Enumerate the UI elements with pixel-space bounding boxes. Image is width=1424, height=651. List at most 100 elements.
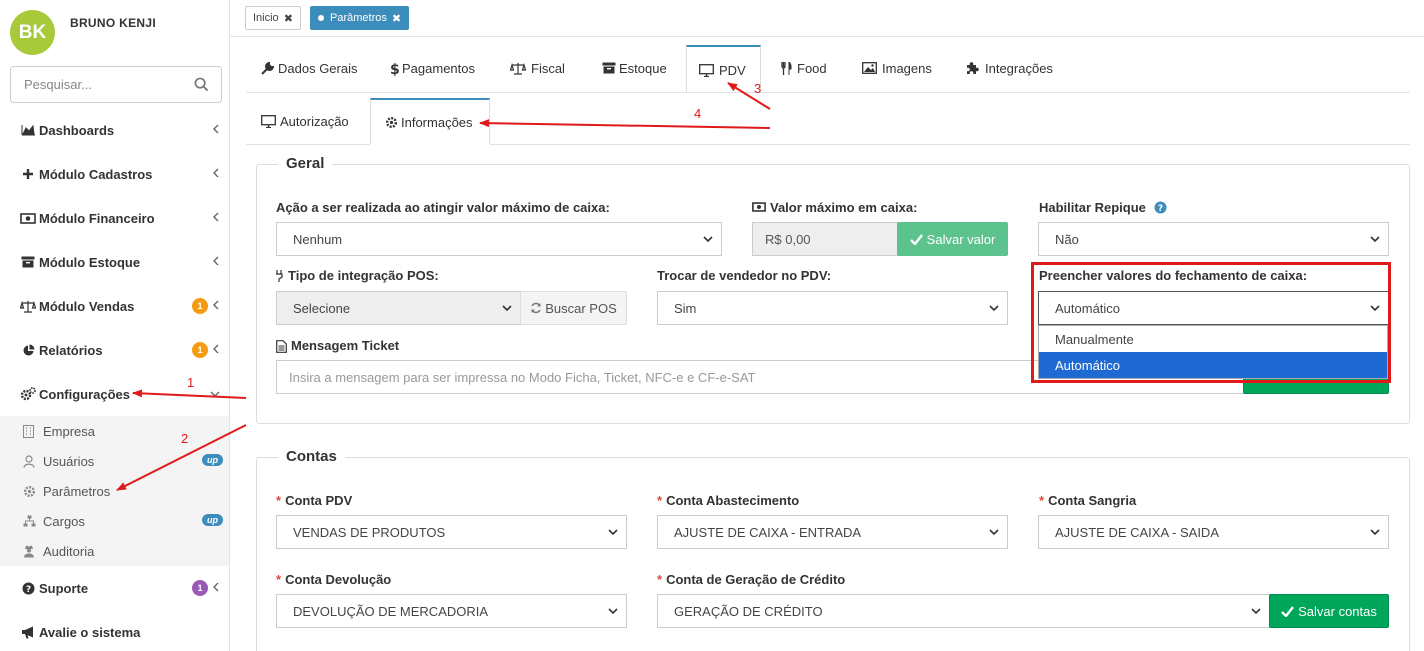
menu-item-avalie[interactable]: Avalie o sistema	[0, 610, 230, 651]
refresh-icon	[531, 302, 541, 314]
trocar-label: Trocar de vendedor no PDV:	[657, 268, 832, 283]
annotation-number-1: 1	[187, 375, 195, 390]
submenu-item-cargos[interactable]: Cargos up	[0, 506, 229, 536]
search-input[interactable]	[11, 67, 181, 102]
subtab-informacoes[interactable]: Informações	[370, 98, 490, 144]
chevron-left-icon	[213, 256, 219, 266]
menu-item-dashboards[interactable]: Dashboards	[0, 108, 230, 152]
annotation-number-4: 4	[694, 106, 702, 121]
file-text-icon	[276, 339, 288, 353]
menu-item-suporte[interactable]: ? Suporte 1	[0, 566, 230, 610]
tipo-pos-label-text: Tipo de integração POS:	[288, 268, 439, 283]
sidebar: BK BRUNO KENJI Dashboards Módulo Cadastr…	[0, 0, 230, 651]
gears-icon	[20, 387, 36, 401]
cutlery-icon	[781, 62, 794, 75]
annotation-highlight-box	[1031, 262, 1391, 383]
cog-icon	[385, 116, 399, 129]
buscar-pos-label: Buscar POS	[545, 300, 617, 316]
subtab-autorizacao[interactable]: Autorização	[247, 98, 363, 144]
close-icon[interactable]: ✖	[284, 12, 293, 25]
buscar-pos-button[interactable]: Buscar POS	[520, 291, 627, 325]
tab-label: Estoque	[619, 61, 667, 76]
menu-label: Configurações	[39, 386, 131, 402]
active-dot-icon	[318, 15, 324, 21]
required-mark: *	[276, 493, 282, 508]
menu-item-configuracoes[interactable]: Configurações	[0, 372, 230, 416]
trocar-select[interactable]: Sim	[657, 291, 1008, 325]
geral-legend: Geral	[278, 155, 333, 172]
menu-label: Dashboards	[39, 122, 115, 138]
conta-abast-select[interactable]: AJUSTE DE CAIXA - ENTRADA	[657, 515, 1008, 549]
open-tab-parametros[interactable]: Parâmetros ✖	[310, 6, 410, 30]
annotation-number-2: 2	[181, 431, 189, 446]
valor-max-input[interactable]: R$ 0,00	[752, 222, 898, 256]
tab-label: Dados Gerais	[278, 61, 358, 76]
submenu-item-empresa[interactable]: Empresa	[0, 416, 229, 446]
submenu-item-usuarios[interactable]: Usuários up	[0, 446, 229, 476]
conta-devol-select[interactable]: DEVOLUÇÃO DE MERCADORIA	[276, 594, 627, 628]
menu-item-cadastros[interactable]: Módulo Cadastros	[0, 152, 230, 196]
menu-item-estoque[interactable]: Módulo Estoque	[0, 240, 230, 284]
tab-integracoes[interactable]: Integrações	[954, 45, 1065, 92]
menu-label: Módulo Financeiro	[39, 210, 155, 226]
svg-text:$: $	[390, 62, 399, 76]
search-box	[10, 66, 222, 103]
tipo-pos-label: Tipo de integração POS:	[276, 268, 439, 283]
money-icon	[752, 201, 767, 214]
mensagem-label: Mensagem Ticket	[276, 338, 399, 353]
submenu-item-parametros[interactable]: Parâmetros	[0, 476, 229, 506]
tab-label: Integrações	[985, 61, 1053, 76]
open-tabs-bar: Inicio ✖ Parâmetros ✖	[230, 0, 1424, 37]
image-icon	[862, 62, 879, 75]
conta-sangria-select[interactable]: AJUSTE DE CAIXA - SAIDA	[1038, 515, 1389, 549]
menu-label: Módulo Cadastros	[39, 166, 153, 182]
required-mark: *	[1039, 493, 1045, 508]
archive-icon	[602, 62, 616, 75]
wrench-icon	[261, 62, 275, 75]
annotation-number-3: 3	[754, 81, 762, 96]
salvar-contas-button[interactable]: Salvar contas	[1269, 594, 1389, 628]
search-icon[interactable]	[194, 77, 209, 92]
menu-label: Avalie o sistema	[39, 624, 141, 640]
tab-dados-gerais[interactable]: Dados Gerais	[249, 45, 369, 92]
tab-label: Fiscal	[531, 61, 565, 76]
acao-select[interactable]: Nenhum	[276, 222, 722, 256]
subtab-label: Informações	[401, 114, 473, 130]
valor-max-value: R$ 0,00	[765, 231, 811, 247]
repique-select[interactable]: Não	[1038, 222, 1389, 256]
tab-pdv[interactable]: PDV	[686, 45, 761, 93]
subtab-label: Autorização	[280, 113, 349, 129]
chevron-down-icon	[989, 529, 999, 536]
conta-abast-label-text: Conta Abastecimento	[666, 493, 800, 508]
balance-scale-icon	[20, 299, 36, 313]
menu-item-vendas[interactable]: Módulo Vendas 1	[0, 284, 230, 328]
tab-fiscal[interactable]: Fiscal	[498, 45, 577, 92]
tab-estoque[interactable]: Estoque	[590, 45, 679, 92]
conta-credito-select[interactable]: GERAÇÃO DE CRÉDITO	[657, 594, 1270, 628]
desktop-icon	[699, 63, 716, 77]
conta-credito-label: * Conta de Geração de Crédito	[657, 572, 845, 587]
plus-icon	[20, 167, 36, 181]
tabs-divider	[246, 92, 1410, 93]
salvar-valor-button[interactable]: Salvar valor	[897, 222, 1008, 256]
menu-item-relatorios[interactable]: Relatórios 1	[0, 328, 230, 372]
avatar[interactable]: BK	[10, 10, 55, 55]
tab-pagamentos[interactable]: $ Pagamentos	[378, 45, 487, 92]
archive-icon	[20, 255, 36, 269]
chevron-left-icon	[213, 212, 219, 222]
open-tab-inicio[interactable]: Inicio ✖	[245, 6, 301, 30]
close-icon[interactable]: ✖	[392, 12, 401, 25]
tipo-pos-select[interactable]: Selecione	[276, 291, 521, 325]
conta-pdv-select[interactable]: VENDAS DE PRODUTOS	[276, 515, 627, 549]
chevron-down-icon	[608, 529, 618, 536]
conta-abast-value: AJUSTE DE CAIXA - ENTRADA	[674, 524, 862, 540]
menu-item-financeiro[interactable]: Módulo Financeiro	[0, 196, 230, 240]
annotation-arrow-4	[479, 119, 771, 129]
submenu-item-auditoria[interactable]: Auditoria	[0, 536, 229, 566]
tab-imagens[interactable]: Imagens	[850, 45, 944, 92]
tab-food[interactable]: Food	[769, 45, 839, 92]
chevron-left-icon	[213, 300, 219, 310]
help-icon[interactable]: ?	[1154, 201, 1167, 214]
chevron-down-icon	[1370, 529, 1380, 536]
conta-pdv-label-text: Conta PDV	[285, 493, 353, 508]
